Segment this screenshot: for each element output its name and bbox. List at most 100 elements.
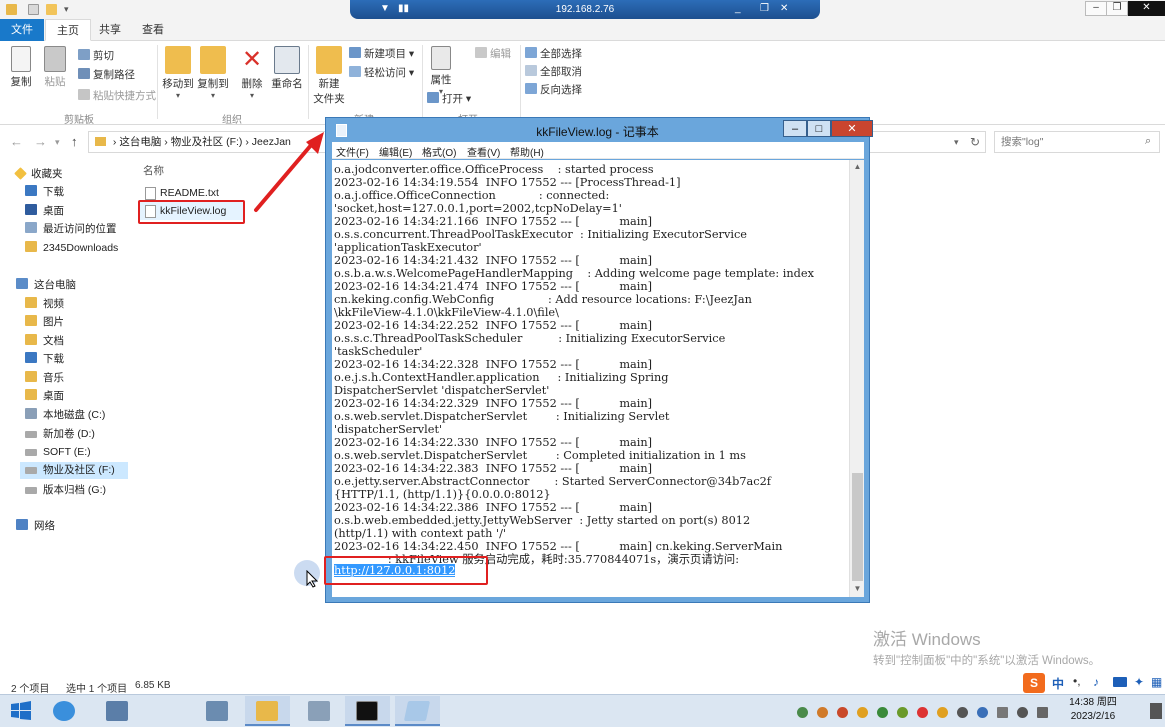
nav-desktop[interactable]: 桌面 [25, 203, 64, 220]
tray-app-icon[interactable] [877, 707, 888, 718]
address-dropdown-icon[interactable]: ▾ [954, 137, 959, 148]
back-arrow-icon[interactable]: ← [10, 134, 23, 149]
close-button[interactable]: ✕ [1128, 1, 1165, 16]
tray-network-icon[interactable] [797, 707, 808, 718]
copy-to-button[interactable]: 复制到 ▾ [196, 46, 230, 100]
edit-button[interactable]: 编辑 [475, 46, 511, 61]
tab-home[interactable]: 主页 [45, 19, 91, 41]
tab-file[interactable]: 文件 [0, 19, 44, 41]
taskbar-file-explorer[interactable] [245, 696, 290, 726]
nav-this-pc[interactable]: 这台电脑 [16, 277, 76, 294]
scroll-down-arrow-icon[interactable]: ▼ [850, 584, 865, 593]
tab-share[interactable]: 共享 [88, 19, 132, 41]
search-icon[interactable]: ⌕ [1145, 135, 1151, 148]
cut-button[interactable]: 剪切 [78, 48, 114, 63]
breadcrumb-drive-f[interactable]: 物业及社区 (F:) [171, 136, 243, 148]
tray-app-icon[interactable] [1017, 707, 1028, 718]
clock[interactable]: 14:38 周四 2023/2/16 [1063, 696, 1123, 724]
refresh-icon[interactable]: ↻ [970, 135, 980, 149]
nav-2345downloads[interactable]: 2345Downloads [25, 240, 118, 257]
tray-app-icon[interactable] [837, 707, 848, 718]
show-desktop-button[interactable] [1150, 703, 1162, 719]
taskbar-control-panel[interactable] [195, 696, 240, 726]
tray-keyboard-icon[interactable] [997, 707, 1008, 718]
ime-mode[interactable]: 中 [1052, 675, 1064, 692]
open-button[interactable]: 打开 ▾ [427, 91, 471, 106]
easy-access-button[interactable]: 轻松访问 ▾ [349, 65, 414, 80]
column-header-name[interactable]: 名称 [143, 163, 164, 178]
rdp-close-button[interactable]: ✕ [780, 3, 788, 14]
notepad-close-button[interactable]: ✕ [831, 120, 873, 137]
keyboard-icon[interactable] [1113, 677, 1127, 687]
tray-app-icon[interactable] [977, 707, 988, 718]
microphone-icon[interactable]: ♪ [1093, 675, 1099, 689]
properties-button[interactable]: 属性 ▾ [426, 46, 456, 96]
punctuation-icon[interactable]: •, [1073, 674, 1081, 688]
nav-drive-e[interactable]: SOFT (E:) [25, 444, 91, 461]
paste-shortcut-button[interactable]: 粘贴快捷方式 [78, 88, 156, 103]
address-bar-tail[interactable]: ▾ ↻ [868, 131, 986, 153]
maximize-button[interactable]: ❐ [1106, 1, 1128, 16]
taskbar-ie[interactable] [42, 696, 87, 726]
invert-selection-button[interactable]: 反向选择 [525, 82, 582, 97]
start-button[interactable] [0, 696, 42, 726]
forward-arrow-icon[interactable]: → [34, 134, 47, 149]
delete-button[interactable]: ✕ 删除 ▾ [238, 46, 266, 100]
nav-music[interactable]: 音乐 [25, 370, 64, 387]
nav-videos[interactable]: 视频 [25, 296, 64, 313]
tray-flag-icon[interactable] [1037, 707, 1048, 718]
scroll-up-arrow-icon[interactable]: ▲ [850, 162, 865, 171]
new-folder-icon[interactable] [46, 4, 57, 15]
nav-downloads[interactable]: 下载 [25, 184, 64, 201]
notepad-maximize-button[interactable]: □ [807, 120, 831, 137]
tray-app-icon[interactable] [937, 707, 948, 718]
notepad-vertical-scrollbar[interactable]: ▲ ▼ [849, 160, 864, 597]
nav-drive-d[interactable]: 新加卷 (D:) [25, 426, 95, 443]
nav-drive-g[interactable]: 版本归档 (G:) [25, 482, 106, 499]
nav-drive-f[interactable]: 物业及社区 (F:) [20, 462, 128, 479]
tab-view[interactable]: 查看 [131, 19, 175, 41]
taskbar-notepad[interactable] [395, 696, 440, 726]
properties-icon[interactable] [28, 4, 39, 15]
rdp-restore-button[interactable]: ❐ [760, 3, 769, 14]
skin-icon[interactable]: ✦ [1134, 675, 1144, 689]
nav-pictures[interactable]: 图片 [25, 314, 64, 331]
tray-app-icon[interactable] [857, 707, 868, 718]
search-input[interactable]: 搜索"log" [994, 131, 1160, 153]
menu-help[interactable]: 帮助(H) [510, 144, 544, 159]
new-item-button[interactable]: 新建项目 ▾ [349, 46, 414, 61]
paste-button[interactable]: 粘贴 [40, 46, 70, 89]
nav-recent[interactable]: 最近访问的位置 [25, 221, 117, 238]
menu-format[interactable]: 格式(O) [422, 144, 456, 159]
tray-app-icon[interactable] [957, 707, 968, 718]
nav-pc-desktop[interactable]: 桌面 [25, 388, 64, 405]
up-arrow-icon[interactable]: ↑ [71, 134, 78, 149]
scroll-thumb[interactable] [852, 473, 863, 581]
move-to-button[interactable]: 移动到 ▾ [161, 46, 195, 100]
qat-dropdown-icon[interactable]: ▾ [64, 4, 69, 15]
nav-drive-c[interactable]: 本地磁盘 (C:) [25, 407, 105, 424]
tray-app-icon[interactable] [897, 707, 908, 718]
toolbox-icon[interactable]: ▦ [1151, 675, 1162, 689]
new-folder-button[interactable]: 新建 文件夹 [312, 46, 346, 106]
taskbar-tools[interactable] [297, 696, 342, 726]
nav-pc-downloads[interactable]: 下载 [25, 351, 64, 368]
taskbar-server-manager[interactable] [95, 696, 140, 726]
nav-network[interactable]: 网络 [16, 518, 55, 535]
notepad-minimize-button[interactable]: – [783, 120, 807, 137]
rename-button[interactable]: 重命名 [270, 46, 304, 91]
tray-app-icon[interactable] [817, 707, 828, 718]
copy-path-button[interactable]: 复制路径 [78, 67, 135, 82]
notepad-text-area[interactable]: o.a.jodconverter.office.OfficeProcess : … [332, 160, 849, 597]
taskbar-cmd[interactable] [345, 696, 390, 726]
recent-locations-icon[interactable]: ▾ [55, 137, 60, 148]
nav-documents[interactable]: 文档 [25, 333, 64, 350]
minimize-button[interactable]: – [1085, 1, 1107, 16]
breadcrumb-this-pc[interactable]: 这台电脑 [119, 136, 161, 148]
select-all-button[interactable]: 全部选择 [525, 46, 582, 61]
tray-app-icon[interactable] [917, 707, 928, 718]
rdp-minimize-button[interactable]: _ [735, 3, 741, 14]
sogou-icon[interactable]: S [1023, 673, 1045, 693]
menu-file[interactable]: 文件(F) [336, 144, 369, 159]
notepad-title-bar[interactable]: kkFileView.log - 记事本 – □ ✕ [326, 118, 873, 142]
